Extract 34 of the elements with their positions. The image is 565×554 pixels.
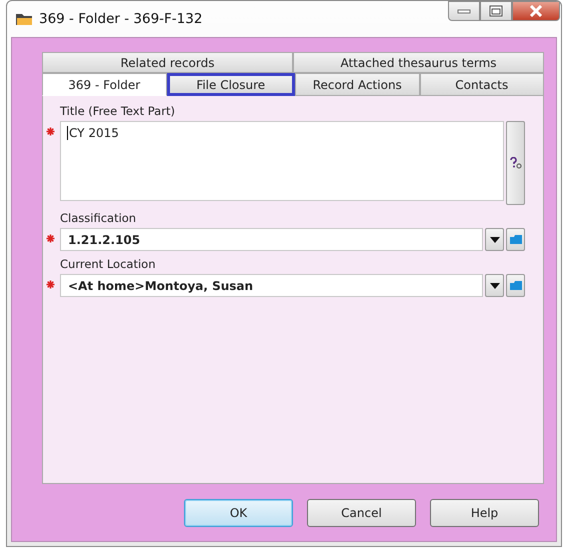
tab[interactable]: Contacts — [420, 73, 544, 96]
field-label: Current Location — [60, 257, 156, 271]
dropdown-button[interactable] — [485, 274, 504, 297]
field-label: Classification — [60, 211, 138, 225]
dropdown-button[interactable] — [485, 228, 504, 251]
field-value: CY 2015 — [69, 126, 119, 140]
tab[interactable]: Related records — [42, 52, 293, 73]
window-title: 369 - Folder - 369-F-132 — [39, 11, 202, 27]
close-button[interactable] — [512, 1, 560, 21]
dialog-button[interactable]: OK — [184, 499, 293, 527]
folder-icon — [510, 235, 522, 244]
minimize-icon — [457, 8, 471, 14]
minimize-button[interactable] — [448, 1, 480, 21]
dialog-button[interactable]: Help — [430, 499, 539, 527]
field-label: Title (Free Text Part) — [60, 104, 176, 118]
tab[interactable]: 369 - Folder — [42, 73, 166, 96]
dialog-button[interactable]: Cancel — [307, 499, 416, 527]
spell-check-icon — [510, 157, 522, 169]
caret-icon — [490, 282, 500, 288]
caret-icon — [490, 236, 500, 242]
field-value: 1.21.2.105 — [68, 232, 140, 246]
close-icon — [529, 5, 543, 17]
field-value: <At home>Montoya, Susan — [68, 278, 254, 292]
tab[interactable]: Attached thesaurus terms — [293, 52, 544, 73]
maximize-button[interactable] — [480, 1, 512, 21]
folder-icon — [510, 281, 522, 290]
folder-icon — [15, 12, 33, 26]
maximize-icon — [489, 5, 503, 17]
tab[interactable]: File Closure — [166, 73, 295, 96]
combo-field[interactable]: 1.21.2.105 — [60, 228, 483, 251]
combo-field[interactable]: <At home>Montoya, Susan — [60, 274, 483, 297]
tab[interactable]: Record Actions — [295, 73, 420, 96]
title-field[interactable]: CY 2015 — [60, 121, 504, 201]
spell-button[interactable] — [506, 121, 525, 205]
